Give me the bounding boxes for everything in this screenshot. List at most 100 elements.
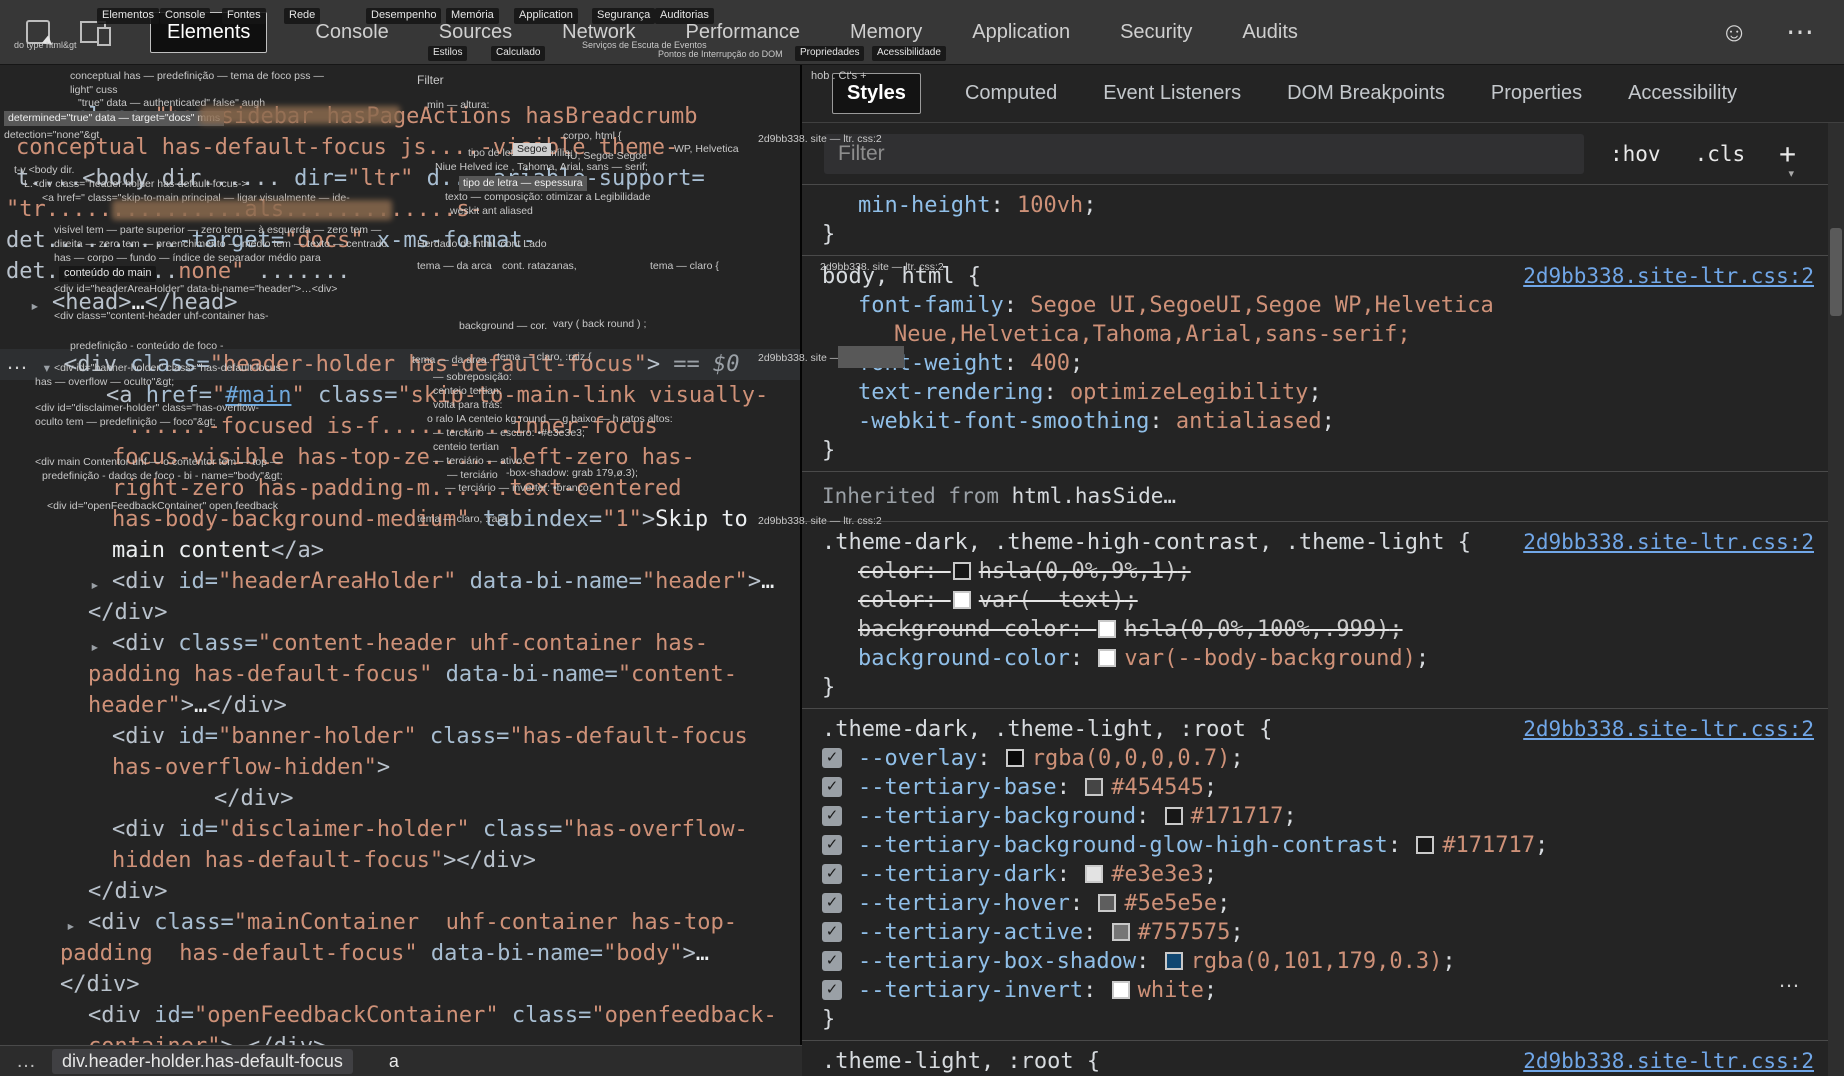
tab-memory[interactable]: Memory [848, 14, 924, 51]
expand-arrow-icon[interactable]: ▸ [90, 631, 100, 662]
color-swatch[interactable] [1085, 778, 1103, 796]
tab-styles[interactable]: Styles [832, 73, 921, 114]
styles-scrollbar[interactable] [1828, 123, 1844, 1076]
dom-tree-line[interactable]: ......-focused is-f..........inner-focus [0, 411, 800, 442]
css-declaration[interactable]: background-color: hsla(0,0%,100%,.999); [802, 615, 1828, 644]
dom-tree-line[interactable]: <div id="banner-holder" class="has-defau… [0, 721, 800, 752]
dom-tree-line[interactable]: </div> [0, 876, 800, 907]
css-declaration[interactable]: ✓--tertiary-hover: #5e5e5e; [802, 889, 1828, 918]
tab-sources[interactable]: Sources [437, 14, 514, 51]
breadcrumb-item-anchor[interactable]: a [389, 1051, 399, 1072]
stylesheet-link[interactable]: 2d9bb338.site-ltr.css:2 [1523, 1047, 1814, 1076]
color-swatch[interactable] [953, 562, 971, 580]
dom-tree-line[interactable]: <div id="openFeedbackContainer" class="o… [0, 1000, 800, 1031]
tab-audits[interactable]: Audits [1240, 14, 1300, 51]
color-swatch[interactable] [1098, 649, 1116, 667]
css-declaration[interactable]: color: var(--text); [802, 586, 1828, 615]
device-toolbar-icon[interactable] [80, 21, 106, 43]
dom-tree-line[interactable]: hidden has-default-focus"></div> [0, 845, 800, 876]
tab-computed[interactable]: Computed [963, 76, 1059, 111]
declaration-checkbox[interactable]: ✓ [822, 806, 842, 826]
tab-console[interactable]: Console [313, 14, 390, 51]
color-swatch[interactable] [1165, 952, 1183, 970]
dom-tree-line[interactable]: <a href="#main" class="skip-to-main-link… [0, 380, 800, 411]
declaration-checkbox[interactable]: ✓ [822, 951, 842, 971]
css-declaration[interactable]: text-rendering: optimizeLegibility; [802, 378, 1828, 407]
color-swatch[interactable] [1416, 836, 1434, 854]
color-swatch[interactable] [1112, 923, 1130, 941]
dom-tree-line[interactable]: class="has-sidebar hasPageActions hasBre… [0, 101, 800, 132]
dom-tree-line[interactable]: t....<body dir...... dir="ltr" d....aria… [0, 163, 800, 194]
declaration-checkbox[interactable]: ✓ [822, 893, 842, 913]
tab-event-listeners[interactable]: Event Listeners [1101, 76, 1243, 111]
tab-application[interactable]: Application [970, 14, 1072, 51]
css-declaration[interactable]: min-height: 100vh; [802, 191, 1828, 220]
inspect-element-icon[interactable] [26, 20, 50, 44]
color-swatch[interactable] [1098, 620, 1116, 638]
dom-tree-line[interactable]: conceptual has-default-focus js....-visi… [0, 132, 800, 163]
tab-elements[interactable]: Elements [150, 12, 267, 53]
css-declaration[interactable]: ✓--tertiary-invert: white; [802, 976, 1828, 1005]
tab-accessibility[interactable]: Accessibility [1626, 76, 1739, 111]
css-declaration[interactable]: ✓--tertiary-background-glow-high-contras… [802, 831, 1828, 860]
collapse-arrow-icon[interactable]: ▾ [42, 352, 52, 383]
chevron-down-icon[interactable]: ▾ [1788, 167, 1794, 180]
new-style-rule-button[interactable]: + [1779, 137, 1796, 170]
declaration-checkbox[interactable]: ✓ [822, 864, 842, 884]
dom-tree-line[interactable]: </div> [0, 597, 800, 628]
tab-network[interactable]: Network [560, 14, 637, 51]
color-swatch[interactable] [1006, 749, 1024, 767]
dom-tree-line[interactable]: </div> [0, 783, 800, 814]
dom-tree-line[interactable]: ▸<div class="content-header uhf-containe… [0, 628, 800, 659]
css-declaration[interactable]: color: hsla(0,0%,9%,1); [802, 557, 1828, 586]
dom-tree-line[interactable]: ▸<div id="headerAreaHolder" data-bi-name… [0, 566, 800, 597]
breadcrumb-overflow-icon[interactable]: … [0, 1050, 52, 1073]
declaration-checkbox[interactable]: ✓ [822, 777, 842, 797]
color-swatch[interactable] [1112, 981, 1130, 999]
tab-security[interactable]: Security [1118, 14, 1194, 51]
cls-toggle-button[interactable]: .cls [1695, 142, 1746, 166]
css-declaration[interactable]: ✓--tertiary-active: #757575; [802, 918, 1828, 947]
dom-tree-line[interactable]: det..........-target="docs" x-ms-format- [0, 225, 800, 256]
rule-selector[interactable]: .theme-dark, .theme-light, :root { [822, 715, 1272, 744]
expand-arrow-icon[interactable]: ▸ [66, 910, 76, 941]
rule-selector[interactable]: body, html { [822, 262, 981, 291]
css-declaration[interactable]: ✓--overlay: rgba(0,0,0,0.7); [802, 744, 1828, 773]
dom-tree-line[interactable]: ▾<div class="header-holder has-default-f… [0, 349, 800, 380]
more-menu-icon[interactable]: ⋯ [1786, 18, 1814, 46]
css-declaration[interactable]: Neue,Helvetica,Tahoma,Arial,sans-serif; [802, 320, 1828, 349]
color-swatch[interactable] [1085, 865, 1103, 883]
css-declaration[interactable]: -webkit-font-smoothing: antialiased; [802, 407, 1828, 436]
dom-tree-line[interactable]: <div id="disclaimer-holder" class="has-o… [0, 814, 800, 845]
dom-tree-line[interactable]: main content</a> [0, 535, 800, 566]
declaration-checkbox[interactable]: ✓ [822, 980, 842, 1000]
declaration-checkbox[interactable]: ✓ [822, 748, 842, 768]
css-declaration[interactable]: ✓--tertiary-base: #454545; [802, 773, 1828, 802]
dom-tree-line[interactable]: header">…</div> [0, 690, 800, 721]
stylesheet-link[interactable]: 2d9bb338.site-ltr.css:2 [1523, 715, 1814, 744]
css-declaration[interactable]: background-color: var(--body-background)… [802, 644, 1828, 673]
stylesheet-link[interactable]: 2d9bb338.site-ltr.css:2 [1523, 262, 1814, 291]
declaration-checkbox[interactable]: ✓ [822, 835, 842, 855]
tab-performance[interactable]: Performance [684, 14, 803, 51]
dom-tree-line[interactable]: ▸<div class="mainContainer uhf-container… [0, 907, 800, 938]
color-swatch[interactable] [1098, 894, 1116, 912]
dom-tree-line[interactable]: has-overflow-hidden"> [0, 752, 800, 783]
css-declaration[interactable]: font-family: Segoe UI,SegoeUI,Segoe WP,H… [802, 291, 1828, 320]
breadcrumb-item-header-holder[interactable]: div.header-holder.has-default-focus [52, 1049, 353, 1074]
stylesheet-link[interactable]: 2d9bb338.site-ltr.css:2 [1523, 528, 1814, 557]
dom-tree-line[interactable]: right-zero has-padding-m......text-cente… [0, 473, 800, 504]
dom-tree-line[interactable]: padding has-default-focus" data-bi-name=… [0, 659, 800, 690]
declaration-checkbox[interactable]: ✓ [822, 922, 842, 942]
rule-selector[interactable]: .theme-light, :root { [822, 1047, 1100, 1076]
tab-dom-breakpoints[interactable]: DOM Breakpoints [1285, 76, 1447, 111]
css-declaration[interactable]: ✓--tertiary-box-shadow: rgba(0,101,179,0… [802, 947, 1828, 976]
dom-tree-line[interactable]: ▸<head>…</head> [0, 287, 800, 318]
dom-tree-line[interactable]: "tr...............als.............s- [0, 194, 800, 225]
feedback-smiley-icon[interactable]: ☺ [1720, 19, 1748, 46]
dom-tree-line[interactable]: has-body-background-medium" tabindex="1"… [0, 504, 800, 535]
css-declaration[interactable]: ✓--tertiary-dark: #e3e3e3; [802, 860, 1828, 889]
scrollbar-thumb[interactable] [1830, 228, 1842, 316]
dom-tree-line[interactable]: padding has-default-focus" data-bi-name=… [0, 938, 800, 969]
tab-properties[interactable]: Properties [1489, 76, 1584, 111]
